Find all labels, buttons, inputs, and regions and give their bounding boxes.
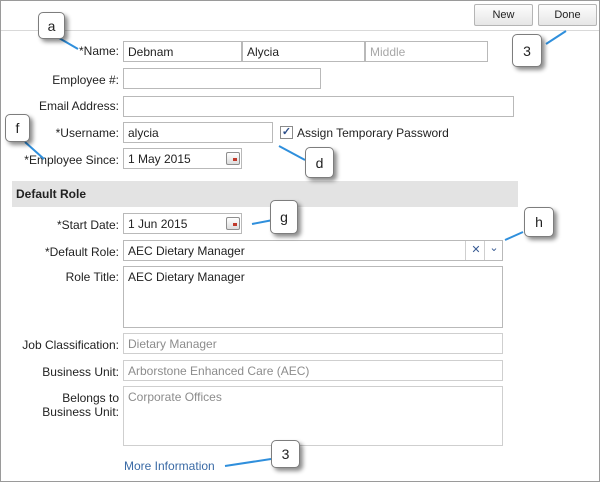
business-unit-label: Business Unit: [42,365,119,379]
callout-f: f [5,114,30,142]
employee-since-input[interactable]: 1 May 2015 [123,148,242,169]
email-label: Email Address: [38,99,119,113]
callout-g: g [270,200,298,234]
email-input[interactable] [123,96,514,117]
username-label: *Username: [55,126,119,140]
start-date-input[interactable]: 1 Jun 2015 [123,213,242,234]
role-title-textarea[interactable]: AEC Dietary Manager [123,266,503,328]
belongs-to-label-line2: Business Unit: [42,405,119,419]
default-role-select[interactable]: AEC Dietary Manager [123,240,503,261]
employee-number-input[interactable] [123,68,321,89]
assign-temp-password-label: Assign Temporary Password [297,126,449,140]
new-button[interactable]: New [474,4,533,26]
select-divider [465,241,466,260]
job-classification-label: Job Classification: [22,338,119,352]
callout-3-top: 3 [512,34,542,67]
default-role-section-header: Default Role [12,181,518,207]
last-name-input[interactable]: Debnam [123,41,242,62]
default-role-label: *Default Role: [44,245,119,259]
clear-icon[interactable]: ✕ [468,241,484,260]
start-date-label: *Start Date: [56,218,119,232]
middle-name-input[interactable]: Middle [365,41,488,62]
role-title-label: Role Title: [65,270,119,284]
assign-temp-password-checkbox[interactable]: ✓ [280,126,293,139]
more-information-link[interactable]: More Information [124,459,215,473]
name-label: *Name: [78,44,119,58]
job-classification-field: Dietary Manager [123,333,503,354]
username-input[interactable]: alycia [123,122,273,143]
toolbar-divider [1,30,599,31]
calendar-icon[interactable] [226,217,240,230]
chevron-down-icon[interactable]: ⌄ [486,239,502,258]
business-unit-field: Arborstone Enhanced Care (AEC) [123,360,503,381]
employee-since-label: *Employee Since: [24,153,119,167]
first-name-input[interactable]: Alycia [242,41,365,62]
callout-3-bottom: 3 [271,440,300,468]
done-button[interactable]: Done [538,4,597,26]
belongs-to-label-line1: Belongs to [62,391,119,405]
employee-number-label: Employee #: [52,73,119,87]
callout-a: a [38,12,65,39]
calendar-icon[interactable] [226,152,240,165]
select-divider [484,241,485,260]
callout-d: d [305,147,334,178]
callout-h: h [524,207,554,237]
belongs-to-business-unit-field: Corporate Offices [123,386,503,446]
